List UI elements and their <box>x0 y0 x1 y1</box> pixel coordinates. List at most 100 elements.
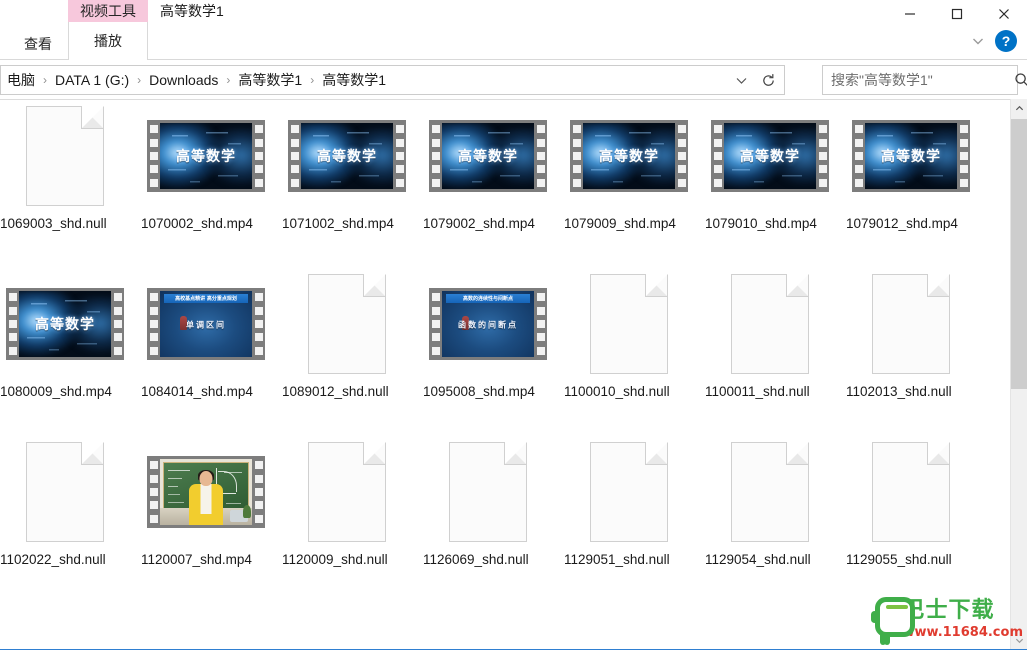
file-item[interactable]: 1129051_shd.null <box>564 436 694 569</box>
file-name-label[interactable]: 1070002_shd.mp4 <box>141 214 267 233</box>
file-item[interactable]: 1126069_shd.null <box>423 436 553 569</box>
blank-document-icon <box>872 274 950 374</box>
file-item[interactable]: 高等数学 1070002_shd.mp4 <box>141 100 271 233</box>
file-list-view[interactable]: 1069003_shd.null 高等数学 1070002_shd.mp4 高等数学 1… <box>0 99 1027 649</box>
file-name-label[interactable]: 1100010_shd.null <box>564 382 690 401</box>
video-thumbnail-image: 高等数学 <box>19 291 111 357</box>
collapse-ribbon-button[interactable] <box>963 26 993 56</box>
file-name-label[interactable]: 1084014_shd.mp4 <box>141 382 267 401</box>
file-name-label[interactable]: 1129051_shd.null <box>564 550 690 569</box>
file-item[interactable]: 1120007_shd.mp4 <box>141 436 271 569</box>
breadcrumb-item-0[interactable]: 电脑 <box>3 66 39 94</box>
blank-document-icon <box>872 442 950 542</box>
chevron-down-icon <box>736 77 746 84</box>
vertical-scrollbar[interactable] <box>1010 99 1027 649</box>
file-thumbnail[interactable]: 高等数学 <box>705 100 835 212</box>
file-name-label[interactable]: 1080009_shd.mp4 <box>0 382 126 401</box>
file-item[interactable]: 1129055_shd.null <box>846 436 976 569</box>
file-item[interactable]: 高数的连续性与间断点 函数的间断点 1095008_shd.mp4 <box>423 268 553 401</box>
file-name-label[interactable]: 1079012_shd.mp4 <box>846 214 972 233</box>
file-item[interactable]: 高等数学 1071002_shd.mp4 <box>282 100 412 233</box>
file-item[interactable]: 高等数学 1079012_shd.mp4 <box>846 100 976 233</box>
file-thumbnail[interactable] <box>705 436 835 548</box>
file-thumbnail[interactable] <box>0 436 130 548</box>
thumbnail-blue-slide: 高数的连续性与间断点 函数的间断点 <box>442 291 534 357</box>
file-name-label[interactable]: 1079002_shd.mp4 <box>423 214 549 233</box>
breadcrumb-item-3[interactable]: 高等数学1 <box>234 66 306 94</box>
file-thumbnail[interactable]: 高等数学 <box>564 100 694 212</box>
blank-document-icon <box>26 106 104 206</box>
file-item[interactable]: 1120009_shd.null <box>282 436 412 569</box>
thumbnail-header-band: 高校基点精讲 高分重点规划 <box>164 294 248 303</box>
file-name-label[interactable]: 1095008_shd.mp4 <box>423 382 549 401</box>
file-name-label[interactable]: 1069003_shd.null <box>0 214 126 233</box>
file-name-label[interactable]: 1120007_shd.mp4 <box>141 550 267 569</box>
file-item[interactable]: 高校基点精讲 高分重点规划 单调区间 1084014_shd.mp4 <box>141 268 271 401</box>
file-thumbnail[interactable] <box>0 100 130 212</box>
file-name-label[interactable]: 1071002_shd.mp4 <box>282 214 408 233</box>
breadcrumb[interactable]: 电脑 › DATA 1 (G:) › Downloads › 高等数学1 › 高… <box>0 65 785 95</box>
file-thumbnail[interactable]: 高等数学 <box>423 100 553 212</box>
file-name-label[interactable]: 1129055_shd.null <box>846 550 972 569</box>
file-name-label[interactable]: 1079009_shd.mp4 <box>564 214 690 233</box>
file-item[interactable]: 1102013_shd.null <box>846 268 976 401</box>
file-name-label[interactable]: 1120009_shd.null <box>282 550 408 569</box>
file-thumbnail[interactable] <box>846 436 976 548</box>
film-perforation <box>147 120 160 192</box>
file-item[interactable]: 高等数学 1079010_shd.mp4 <box>705 100 835 233</box>
film-perforation <box>957 120 970 192</box>
search-box[interactable] <box>822 65 1027 95</box>
help-button[interactable]: ? <box>995 30 1017 52</box>
file-name-label[interactable]: 1100011_shd.null <box>705 382 831 401</box>
breadcrumb-item-1[interactable]: DATA 1 (G:) <box>51 66 133 94</box>
file-item[interactable]: 高等数学 1079009_shd.mp4 <box>564 100 694 233</box>
file-name-label[interactable]: 1102013_shd.null <box>846 382 972 401</box>
file-name-label[interactable]: 1129054_shd.null <box>705 550 831 569</box>
film-perforation <box>852 120 865 192</box>
breadcrumb-item-2[interactable]: Downloads <box>145 66 222 94</box>
file-thumbnail[interactable] <box>564 268 694 380</box>
file-item[interactable]: 1069003_shd.null <box>0 100 130 233</box>
file-thumbnail[interactable] <box>705 268 835 380</box>
refresh-button[interactable] <box>754 66 782 94</box>
file-thumbnail[interactable] <box>846 268 976 380</box>
file-thumbnail[interactable] <box>282 436 412 548</box>
file-thumbnail[interactable]: 高数的连续性与间断点 函数的间断点 <box>423 268 553 380</box>
address-history-button[interactable] <box>728 66 754 94</box>
file-item[interactable]: 1129054_shd.null <box>705 436 835 569</box>
file-item[interactable]: 1100011_shd.null <box>705 268 835 401</box>
tab-play[interactable]: 播放 <box>68 22 148 60</box>
scroll-down-button[interactable] <box>1011 631 1027 649</box>
file-thumbnail[interactable]: 高等数学 <box>0 268 130 380</box>
file-name-label[interactable]: 1079010_shd.mp4 <box>705 214 831 233</box>
file-thumbnail[interactable] <box>282 268 412 380</box>
file-thumbnail[interactable] <box>423 436 553 548</box>
contextual-tab-group-video-tools: 视频工具 <box>68 0 148 22</box>
file-name-label[interactable]: 1126069_shd.null <box>423 550 549 569</box>
scroll-up-button[interactable] <box>1011 99 1027 117</box>
tab-view[interactable]: 查看 <box>8 28 68 59</box>
film-perforation <box>252 456 265 528</box>
file-thumbnail[interactable] <box>141 436 271 548</box>
file-item[interactable]: 高等数学 1079002_shd.mp4 <box>423 100 553 233</box>
search-button[interactable] <box>1014 66 1027 94</box>
file-name-label[interactable]: 1102022_shd.null <box>0 550 126 569</box>
file-thumbnail[interactable]: 高校基点精讲 高分重点规划 单调区间 <box>141 268 271 380</box>
file-thumbnail[interactable] <box>564 436 694 548</box>
file-item[interactable]: 高等数学 1080009_shd.mp4 <box>0 268 130 401</box>
file-item[interactable]: 1102022_shd.null <box>0 436 130 569</box>
file-thumbnail[interactable]: 高等数学 <box>282 100 412 212</box>
breadcrumb-item-4[interactable]: 高等数学1 <box>318 66 390 94</box>
file-thumbnail[interactable]: 高等数学 <box>141 100 271 212</box>
file-thumbnail[interactable]: 高等数学 <box>846 100 976 212</box>
film-perforation <box>147 288 160 360</box>
scrollbar-thumb[interactable] <box>1011 119 1027 389</box>
file-explorer-window: 视频工具 高等数学1 查看 播放 ? 电脑 › DATA 1 (G:) › Do… <box>0 0 1027 662</box>
file-name-label[interactable]: 1089012_shd.null <box>282 382 408 401</box>
file-item[interactable]: 1089012_shd.null <box>282 268 412 401</box>
video-thumbnail: 高等数学 <box>6 288 124 360</box>
search-input[interactable] <box>823 71 1014 89</box>
thumbnail-title: 高等数学 <box>458 149 518 165</box>
file-item[interactable]: 1100010_shd.null <box>564 268 694 401</box>
window-title: 高等数学1 <box>160 3 224 19</box>
